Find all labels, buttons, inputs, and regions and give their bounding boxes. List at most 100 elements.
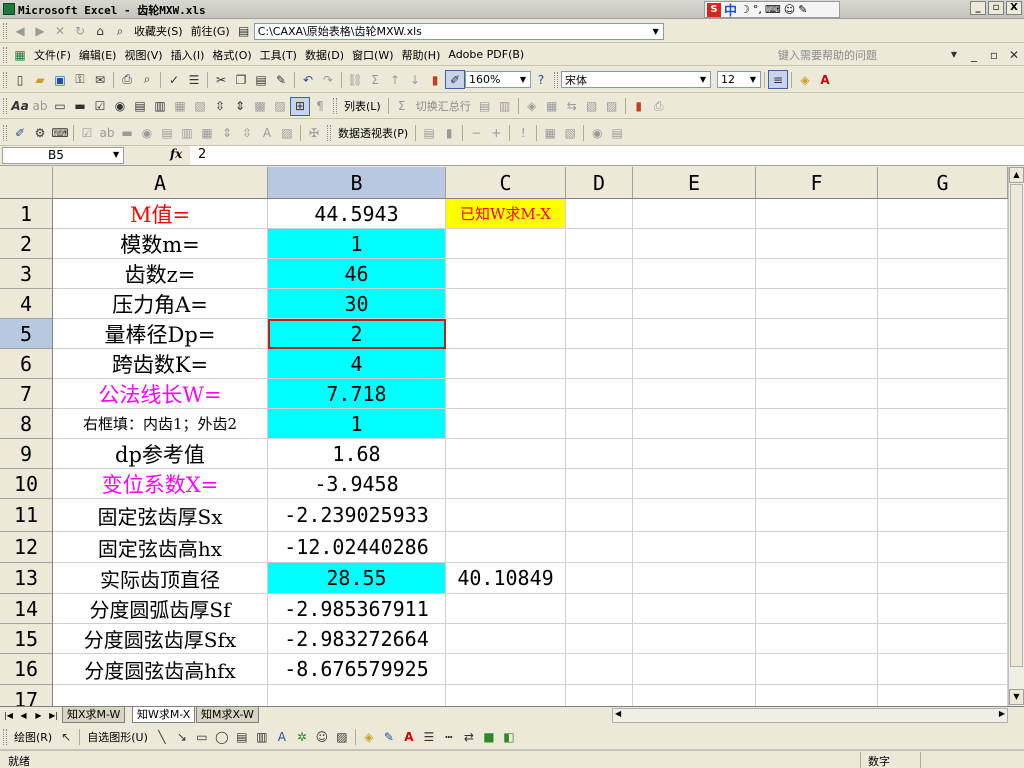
excel-doc-icon[interactable]: ▦ bbox=[10, 45, 30, 64]
keyboard-icon[interactable]: ⌨ bbox=[765, 3, 781, 16]
view-code-icon[interactable]: ⌨ bbox=[50, 123, 70, 142]
cell-a14[interactable]: 分度圆弧齿厚Sf bbox=[53, 594, 268, 624]
cell-a6[interactable]: 跨齿数K= bbox=[53, 349, 268, 379]
scrollbar-control-icon[interactable]: ⇳ bbox=[210, 97, 230, 116]
cell-b9[interactable]: 1.68 bbox=[268, 439, 446, 469]
cell-d14[interactable] bbox=[566, 594, 633, 624]
cell-f10[interactable] bbox=[756, 469, 878, 499]
control-option-icon[interactable]: ◉ bbox=[137, 123, 157, 142]
control-image-icon[interactable]: ▨ bbox=[277, 123, 297, 142]
cell-f8[interactable] bbox=[756, 409, 878, 439]
cell-e5[interactable] bbox=[633, 319, 756, 349]
cell-d9[interactable] bbox=[566, 439, 633, 469]
name-box-dropdown-icon[interactable]: ▼ bbox=[113, 150, 119, 159]
horizontal-scrollbar[interactable]: ◀ ▶ bbox=[612, 708, 1008, 723]
minimize-button[interactable]: _ bbox=[970, 1, 986, 15]
line-color-icon[interactable]: ✎ bbox=[379, 727, 399, 746]
row-header-8[interactable]: 8 bbox=[0, 409, 53, 439]
paste-icon[interactable]: ▤ bbox=[251, 70, 271, 89]
cell-e17[interactable] bbox=[633, 685, 756, 706]
back-icon[interactable]: ◀ bbox=[10, 22, 30, 41]
forward-icon[interactable]: ▶ bbox=[30, 22, 50, 41]
fill-color-icon[interactable]: ◈ bbox=[795, 70, 815, 89]
control-spin-icon[interactable]: ⇕ bbox=[217, 123, 237, 142]
prev-sheet-icon[interactable]: ◀ bbox=[18, 709, 29, 722]
line-icon[interactable]: ╲ bbox=[152, 727, 172, 746]
rectangle-icon[interactable]: ▭ bbox=[192, 727, 212, 746]
cell-c5[interactable] bbox=[446, 319, 566, 349]
refresh-data-icon[interactable]: ! bbox=[513, 123, 533, 142]
column-header-e[interactable]: E bbox=[633, 167, 756, 199]
cell-a11[interactable]: 固定弦齿厚Sx bbox=[53, 499, 268, 532]
menu-insert[interactable]: 插入(I) bbox=[167, 45, 209, 64]
cell-c1[interactable]: 已知W求M-X bbox=[446, 199, 566, 229]
always-display-icon[interactable]: ▧ bbox=[560, 123, 580, 142]
3d-icon[interactable]: ◧ bbox=[499, 727, 519, 746]
email-icon[interactable]: ✉ bbox=[90, 70, 110, 89]
clipart-icon[interactable]: ☺ bbox=[312, 727, 332, 746]
sort-descending-icon[interactable]: ↓ bbox=[405, 70, 425, 89]
print-preview-icon[interactable]: ⌕ bbox=[137, 70, 157, 89]
cell-b7[interactable]: 7.718 bbox=[268, 379, 446, 409]
cell-e16[interactable] bbox=[633, 654, 756, 685]
favorites-menu[interactable]: 收藏夹(S) bbox=[130, 22, 187, 41]
sort-ascending-icon[interactable]: ↑ bbox=[385, 70, 405, 89]
cell-a16[interactable]: 分度圆弦齿高hfx bbox=[53, 654, 268, 685]
format-painter-icon[interactable]: ✎ bbox=[271, 70, 291, 89]
pivot-grip[interactable] bbox=[327, 124, 331, 141]
field-settings-icon[interactable]: ◉ bbox=[587, 123, 607, 142]
menu-help[interactable]: 帮助(H) bbox=[398, 45, 445, 64]
control-combo-icon[interactable]: ▥ bbox=[177, 123, 197, 142]
control-checkbox-icon[interactable]: ☑ bbox=[77, 123, 97, 142]
sigma-icon[interactable]: Σ bbox=[392, 97, 412, 116]
cell-d3[interactable] bbox=[566, 259, 633, 289]
cell-g16[interactable] bbox=[878, 654, 1008, 685]
cell-e9[interactable] bbox=[633, 439, 756, 469]
font-color-icon[interactable]: A bbox=[815, 70, 835, 89]
design-mode-icon[interactable]: ✐ bbox=[10, 123, 30, 142]
cell-e8[interactable] bbox=[633, 409, 756, 439]
include-hidden-icon[interactable]: ▦ bbox=[540, 123, 560, 142]
cell-e15[interactable] bbox=[633, 624, 756, 654]
cell-b3[interactable]: 46 bbox=[268, 259, 446, 289]
cell-e10[interactable] bbox=[633, 469, 756, 499]
cell-d4[interactable] bbox=[566, 289, 633, 319]
list-grip[interactable] bbox=[333, 98, 337, 114]
cell-g12[interactable] bbox=[878, 532, 1008, 563]
menu-format[interactable]: 格式(O) bbox=[208, 45, 255, 64]
cell-b14[interactable]: -2.985367911 bbox=[268, 594, 446, 624]
cell-a5[interactable]: 量棒径Dp= bbox=[53, 319, 268, 349]
cell-a10[interactable]: 变位系数X= bbox=[53, 469, 268, 499]
textbox-icon[interactable]: ▤ bbox=[232, 727, 252, 746]
cell-c4[interactable] bbox=[446, 289, 566, 319]
cell-c13[interactable]: 40.10849 bbox=[446, 563, 566, 594]
cell-b4[interactable]: 30 bbox=[268, 289, 446, 319]
cell-g11[interactable] bbox=[878, 499, 1008, 532]
cell-f15[interactable] bbox=[756, 624, 878, 654]
scroll-right-icon[interactable]: ▶ bbox=[999, 709, 1005, 718]
control-button-icon[interactable]: ▬ bbox=[117, 123, 137, 142]
resize-list-icon[interactable]: ▤ bbox=[475, 97, 495, 116]
cell-f16[interactable] bbox=[756, 654, 878, 685]
cell-c16[interactable] bbox=[446, 654, 566, 685]
formula-input[interactable]: 2 bbox=[190, 146, 1024, 165]
align-center-icon[interactable]: ≡ bbox=[768, 70, 788, 89]
column-header-g[interactable]: G bbox=[878, 167, 1008, 199]
spinner-icon[interactable]: ⇕ bbox=[230, 97, 250, 116]
autosum-icon[interactable]: Σ bbox=[365, 70, 385, 89]
cell-d16[interactable] bbox=[566, 654, 633, 685]
cell-b6[interactable]: 4 bbox=[268, 349, 446, 379]
ime-mode[interactable]: 中 bbox=[724, 0, 737, 19]
chevron-down-icon[interactable]: ▼ bbox=[517, 73, 529, 86]
row-header-4[interactable]: 4 bbox=[0, 289, 53, 319]
cell-b12[interactable]: -12.02440286 bbox=[268, 532, 446, 563]
column-header-d[interactable]: D bbox=[566, 167, 633, 199]
search-web-icon[interactable]: ⌕ bbox=[110, 22, 130, 41]
row-header-6[interactable]: 6 bbox=[0, 349, 53, 379]
more-controls-icon[interactable]: ✠ bbox=[304, 123, 324, 142]
cut-icon[interactable]: ✂ bbox=[211, 70, 231, 89]
refresh-icon[interactable]: ↻ bbox=[70, 22, 90, 41]
new-icon[interactable]: ▯ bbox=[10, 70, 30, 89]
stop-icon[interactable]: ✕ bbox=[50, 22, 70, 41]
sync-list-icon[interactable]: ⇆ bbox=[562, 97, 582, 116]
